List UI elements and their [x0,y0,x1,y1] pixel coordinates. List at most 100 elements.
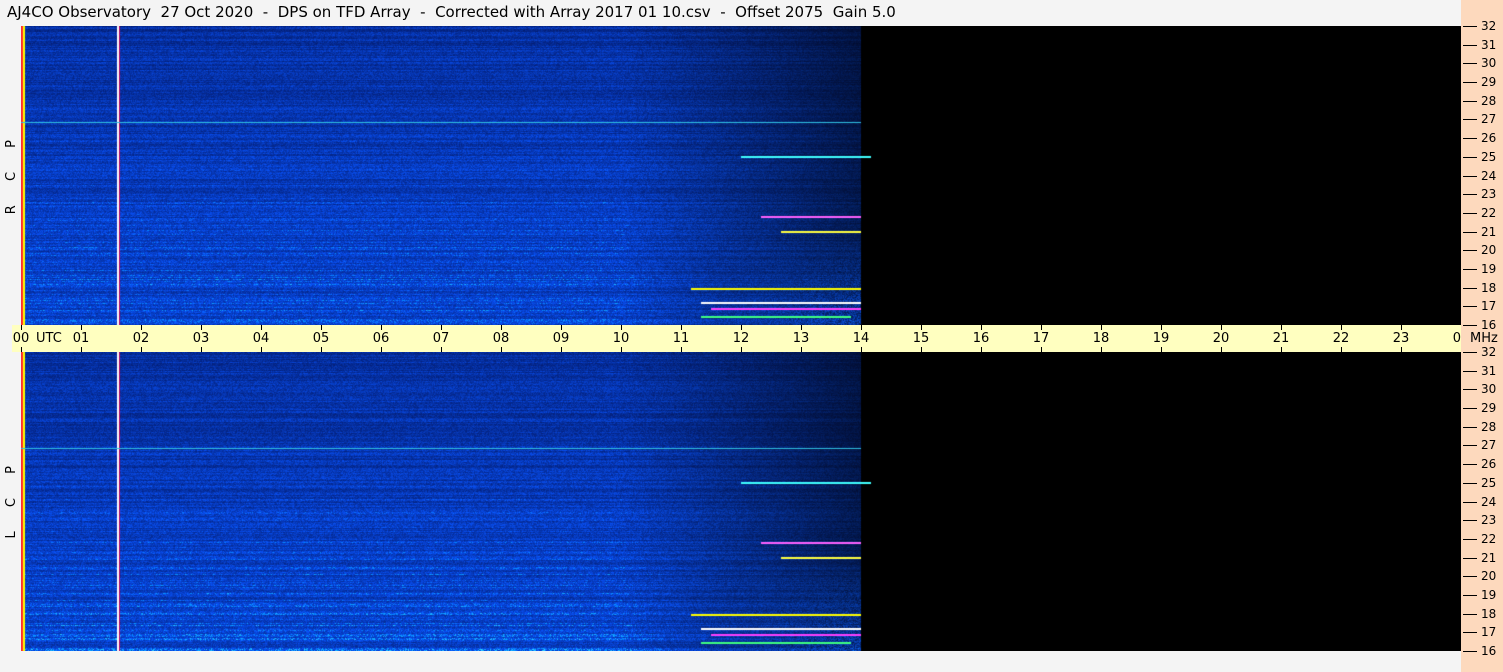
freq-tick-label: 16 [1481,318,1497,332]
freq-tick-label: 17 [1481,299,1497,314]
freq-tick [1463,44,1477,46]
freq-tick [1463,268,1477,270]
time-tick [501,325,502,330]
freq-tick-label: 29 [1481,401,1497,416]
freq-tick [1463,426,1477,428]
freq-tick-label: 25 [1481,475,1497,490]
freq-tick-label: 21 [1481,550,1497,565]
lcp-spectrogram [21,352,1461,651]
utc-label: UTC [36,331,62,346]
time-tick [921,325,922,330]
time-axis: 00 UTC 01 02 03 04 05 06 07 08 09 10 11 12 13 14 15 16 17 1… [12,325,1469,352]
time-tick-label: 04 [252,331,270,346]
freq-tick [1463,119,1477,121]
time-tick-label: 16 [972,331,990,346]
freq-tick [1463,82,1477,84]
freq-tick-label: 17 [1481,625,1497,640]
time-tick [1041,325,1042,330]
time-tick-label: 17 [1032,331,1050,346]
freq-tick [1463,520,1477,522]
freq-tick-label: 28 [1481,419,1497,434]
freq-tick [1463,138,1477,140]
time-tick [741,325,742,330]
window-title: AJ4CO Observatory 27 Oct 2020 - DPS on T… [7,3,896,21]
freq-tick [1463,651,1477,652]
time-tick [81,325,82,330]
lcp-label: L C P [4,456,19,539]
time-tick [1101,325,1102,330]
freq-tick-label: 28 [1481,93,1497,108]
time-tick [981,325,982,330]
freq-tick [1463,632,1477,634]
freq-tick-label: 21 [1481,224,1497,239]
time-tick [441,325,442,330]
freq-tick-label: 18 [1481,606,1497,621]
freq-tick-label: 19 [1481,261,1497,276]
freq-tick [1463,613,1477,615]
time-tick [1221,325,1222,330]
time-tick-label: 19 [1152,331,1170,346]
freq-tick [1463,594,1477,596]
freq-tick-label: 16 [1481,644,1497,658]
time-tick [1341,325,1342,330]
freq-tick [1463,175,1477,177]
freq-tick-label: 30 [1481,382,1497,397]
freq-tick-label: 27 [1481,438,1497,453]
time-tick-label: 13 [792,331,810,346]
time-tick-label: 21 [1272,331,1290,346]
freq-tick [1463,212,1477,214]
freq-tick [1463,389,1477,391]
freq-tick-label: 18 [1481,280,1497,295]
freq-tick [1463,26,1477,27]
freq-tick-label: 26 [1481,457,1497,472]
time-tick-label: 22 [1332,331,1350,346]
freq-tick [1463,325,1477,326]
time-tick-label: 00 [12,331,30,346]
freq-tick [1463,306,1477,308]
time-tick-label: 11 [672,331,690,346]
freq-tick [1463,352,1477,353]
freq-tick-label: 24 [1481,494,1497,509]
freq-tick-label: 32 [1481,345,1497,359]
freq-tick-label: 23 [1481,187,1497,202]
time-tick [381,325,382,330]
time-tick [801,325,802,330]
freq-tick-label: 31 [1481,37,1497,52]
freq-tick [1463,156,1477,158]
freq-tick [1463,250,1477,252]
freq-tick [1463,501,1477,503]
time-tick-label: 08 [492,331,510,346]
freq-tick [1463,482,1477,484]
freq-tick [1463,557,1477,559]
freq-tick-label: 20 [1481,569,1497,584]
freq-tick [1463,576,1477,578]
time-tick [1161,325,1162,330]
time-tick [621,325,622,330]
time-tick-label: 15 [912,331,930,346]
time-tick [201,325,202,330]
time-tick-label: 03 [192,331,210,346]
freq-tick [1463,287,1477,289]
time-tick-label: 20 [1212,331,1230,346]
freq-tick-label: 25 [1481,149,1497,164]
time-tick-label: 23 [1392,331,1410,346]
freq-tick-label: 20 [1481,243,1497,258]
time-tick-label: 10 [612,331,630,346]
freq-tick [1463,370,1477,372]
freq-tick-label: 19 [1481,587,1497,602]
time-tick [321,325,322,330]
time-tick-label: 02 [132,331,150,346]
time-tick-label: 14 [852,331,870,346]
freq-tick-label: 23 [1481,513,1497,528]
freq-tick-label: 32 [1481,19,1497,33]
time-tick-label: 07 [432,331,450,346]
time-tick [561,325,562,330]
rcp-label: R C P [4,130,19,215]
freq-tick [1463,408,1477,410]
time-tick [681,325,682,330]
time-tick-label: 12 [732,331,750,346]
time-tick [1281,325,1282,330]
time-tick-label: 01 [72,331,90,346]
freq-tick-label: 24 [1481,168,1497,183]
freq-tick [1463,194,1477,196]
